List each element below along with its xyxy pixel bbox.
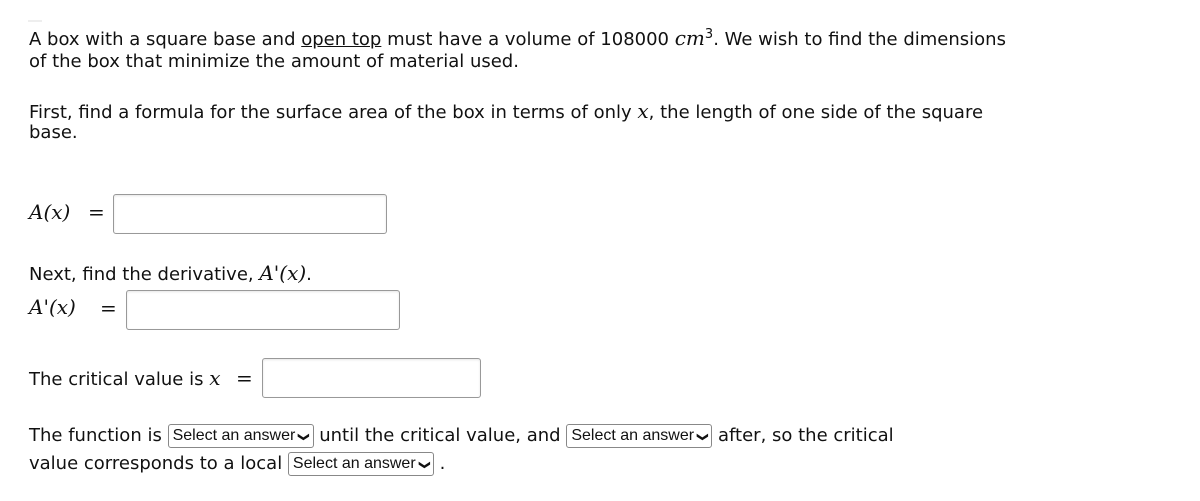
critical-prompt: The critical value is x (29, 366, 220, 390)
var: x (637, 99, 649, 123)
critical-value-input[interactable] (262, 358, 481, 398)
text: . We wish to find the dimensions (713, 29, 1006, 50)
conclusion-line-1: The function is Select an answer ❯ until … (29, 424, 894, 448)
text: value corresponds to a local (29, 453, 288, 474)
text: , the length of one side of the square (648, 102, 984, 123)
text: . (439, 453, 446, 474)
text: . (306, 264, 312, 285)
intro-line-1: A box with a square base and open top mu… (29, 26, 1006, 50)
chevron-down-icon: ❯ (418, 460, 431, 470)
area-formula-input[interactable] (113, 194, 387, 234)
open-top-link[interactable]: open top (301, 29, 381, 50)
text: A box with a square base and (29, 29, 302, 50)
equals: = (236, 366, 253, 390)
var: x (209, 366, 221, 390)
chevron-down-icon: ❯ (696, 432, 709, 442)
text: must have a volume of 108000 (381, 29, 675, 50)
intro-line-2: of the box that minimize the amount of m… (29, 51, 519, 72)
increasing-decreasing-select-1[interactable]: Select an answer ❯ (167, 424, 314, 448)
conclusion-line-2: value corresponds to a local Select an a… (29, 452, 445, 476)
min-max-select[interactable]: Select an answer ❯ (287, 452, 434, 476)
equals: = (88, 200, 105, 224)
text: The critical value is (29, 369, 210, 390)
derivative-input[interactable] (126, 290, 400, 330)
select-value: Select an answer (172, 427, 296, 444)
derivative-prompt: Next, find the derivative, A'(x). (29, 261, 312, 285)
exponent: 3 (704, 27, 714, 42)
text: First, find a formula for the surface ar… (29, 102, 638, 123)
instruction-line-1: First, find a formula for the surface ar… (29, 99, 983, 123)
select-value: Select an answer (292, 455, 416, 472)
unit: cm (674, 26, 705, 50)
text: Next, find the derivative, (29, 264, 260, 285)
chevron-down-icon: ❯ (297, 432, 310, 442)
equals: = (100, 296, 117, 320)
math: A'(x) (259, 261, 307, 285)
text: after, so the critical (712, 425, 894, 446)
divider (28, 20, 42, 22)
select-value: Select an answer (571, 427, 695, 444)
instruction-line-2: base. (29, 122, 78, 143)
text: The function is (29, 425, 168, 446)
area-label: A(x) (29, 200, 71, 224)
derivative-label: A'(x) (29, 295, 76, 319)
text: until the critical value, and (313, 425, 567, 446)
increasing-decreasing-select-2[interactable]: Select an answer ❯ (566, 424, 713, 448)
